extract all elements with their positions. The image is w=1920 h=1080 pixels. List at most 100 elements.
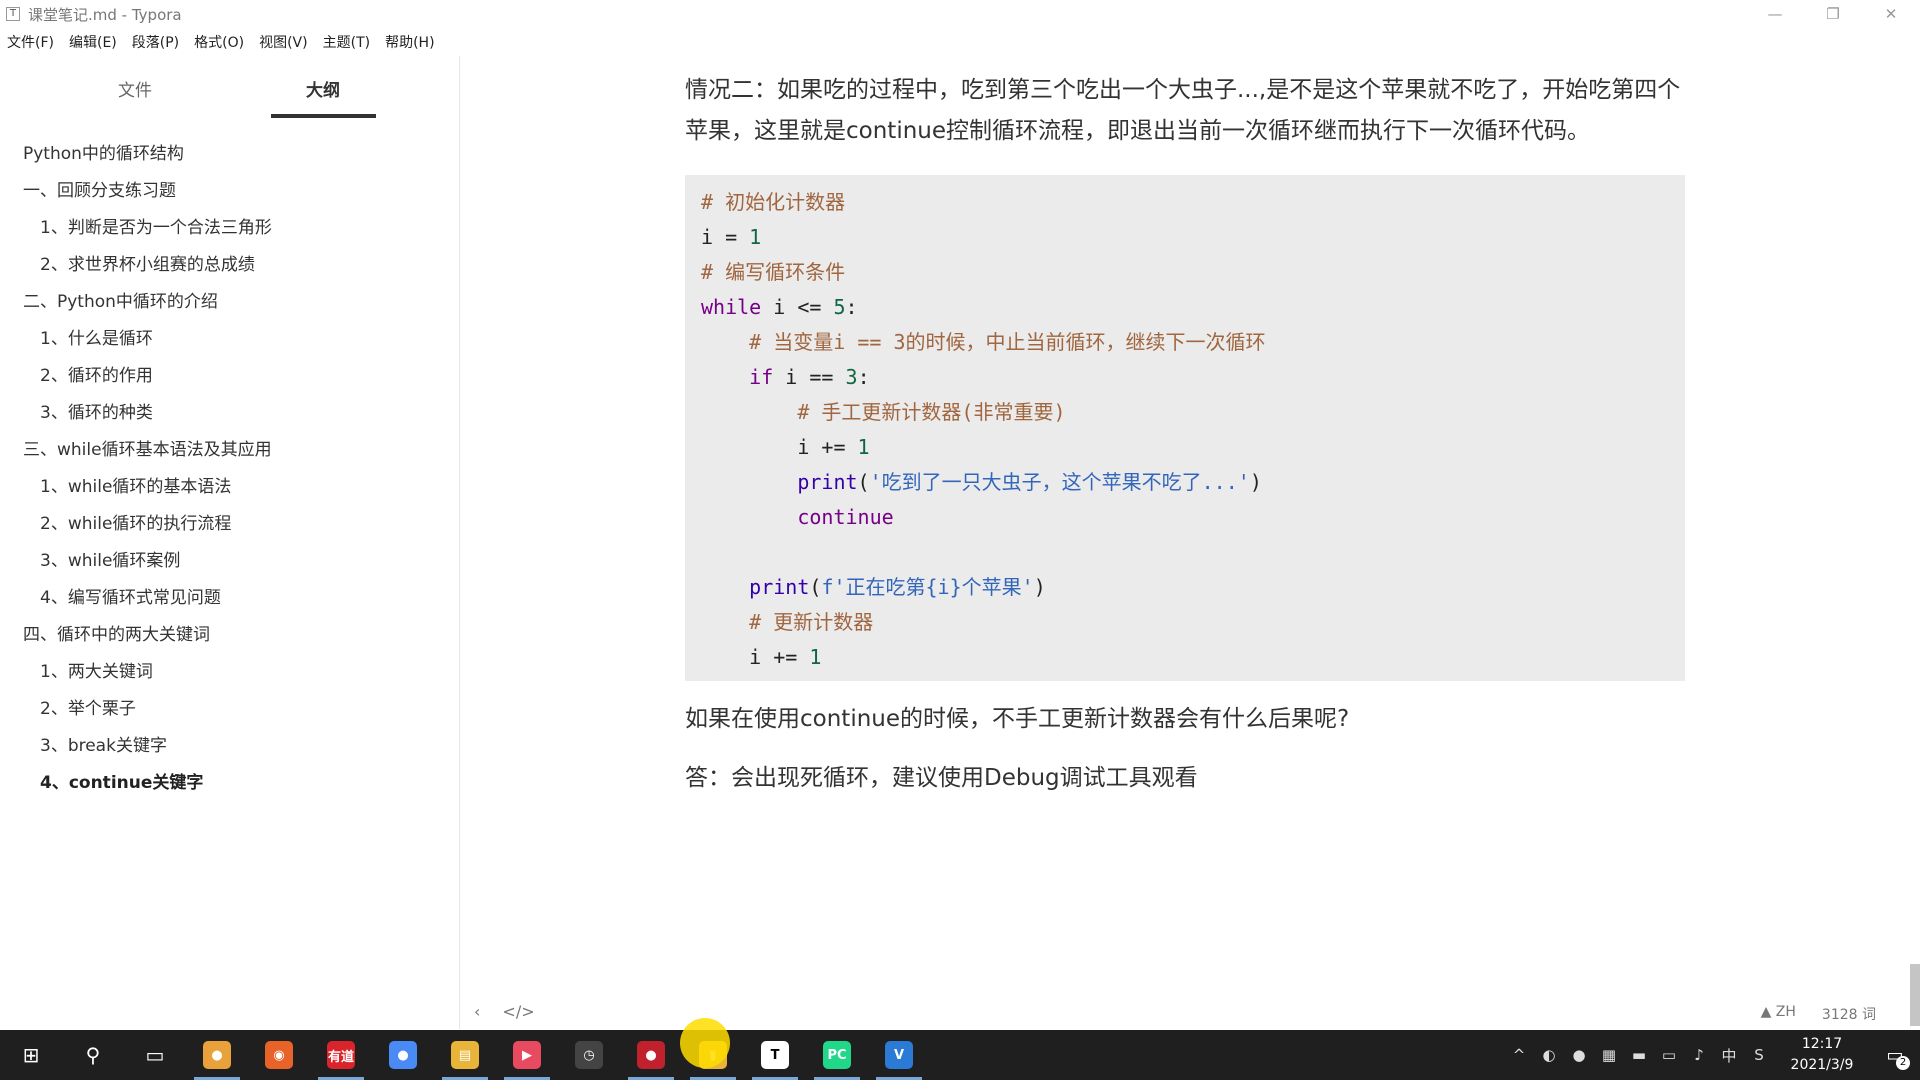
outline-item[interactable]: 1、两大关键词: [0, 654, 459, 691]
code-token: 1: [809, 645, 822, 669]
taskbar-chrome-button[interactable]: ●: [186, 1030, 248, 1080]
taskbar-typora-button[interactable]: T: [744, 1030, 806, 1080]
taskbar-pycharm-button[interactable]: PC: [806, 1030, 868, 1080]
code-line: continue: [701, 500, 1669, 535]
taskbar-video-app-button[interactable]: ▶: [496, 1030, 558, 1080]
minimize-button[interactable]: —: [1746, 0, 1804, 28]
word-count[interactable]: 3128 词: [1822, 1004, 1876, 1024]
taskbar-file-explorer-button[interactable]: ▤: [434, 1030, 496, 1080]
code-line: # 手工更新计数器(非常重要): [701, 395, 1669, 430]
code-token: # 当变量i == 3的时候，中止当前循环，继续下一次循环: [701, 330, 1266, 354]
scrollbar-thumb[interactable]: [1910, 964, 1920, 1026]
taskbar-youdao-button[interactable]: 有道: [310, 1030, 372, 1080]
outline-item[interactable]: 3、while循环案例: [0, 543, 459, 580]
youdao-icon: 有道: [327, 1041, 355, 1069]
taskbar-task-view-button[interactable]: ▭: [124, 1030, 186, 1080]
editor-content[interactable]: 情况二：如果吃的过程中，吃到第三个吃出一个大虫子...,是不是这个苹果就不吃了，…: [685, 56, 1685, 799]
toggle-sidebar-icon[interactable]: ‹: [474, 1002, 480, 1021]
network-icon[interactable]: ▭: [1654, 1046, 1684, 1064]
code-token: ): [1249, 470, 1262, 494]
taskbar-recorder-button[interactable]: ●: [620, 1030, 682, 1080]
battery-icon[interactable]: ▬: [1624, 1046, 1654, 1064]
outline-item[interactable]: 2、while循环的执行流程: [0, 506, 459, 543]
show-hidden-icons-icon[interactable]: ^: [1504, 1046, 1534, 1064]
menu-bar: 文件(F) 编辑(E) 段落(P) 格式(O) 视图(V) 主题(T) 帮助(H…: [0, 30, 450, 54]
close-button[interactable]: ✕: [1862, 0, 1920, 28]
outline-item[interactable]: 2、求世界杯小组赛的总成绩: [0, 247, 459, 284]
code-token: 5: [833, 295, 846, 319]
sogou-ime-icon[interactable]: S: [1744, 1046, 1774, 1064]
notification-center-button[interactable]: ▭ 2: [1870, 1030, 1920, 1080]
outline-item[interactable]: 四、循环中的两大关键词: [0, 617, 459, 654]
tab-outline[interactable]: 大纲: [306, 76, 340, 101]
code-token: if: [749, 365, 774, 389]
code-token: =: [713, 225, 750, 249]
window-controls: — ❐ ✕: [1746, 0, 1920, 28]
code-token: (: [857, 470, 870, 494]
outline-item[interactable]: 2、循环的作用: [0, 358, 459, 395]
window-title: 课堂笔记.md - Typora: [28, 5, 182, 24]
file-explorer-icon: ▤: [451, 1041, 479, 1069]
outline-item[interactable]: 3、循环的种类: [0, 395, 459, 432]
tray-app-icon[interactable]: ▦: [1594, 1046, 1624, 1064]
start-icon: ⊞: [22, 1043, 40, 1067]
code-token: i <=: [761, 295, 834, 319]
outline-item[interactable]: 1、while循环的基本语法: [0, 469, 459, 506]
outline-item[interactable]: 三、while循环基本语法及其应用: [0, 432, 459, 469]
code-line: print(f'正在吃第{i}个苹果'): [701, 570, 1669, 605]
sidebar: 文件 大纲 Python中的循环结构 一、回顾分支练习题 1、判断是否为一个合法三角…: [0, 56, 460, 1029]
code-token: :: [857, 365, 870, 389]
clock-time: 12:17: [1801, 1036, 1843, 1052]
taskbar-vscode-button[interactable]: V: [868, 1030, 930, 1080]
outline-item[interactable]: 4、continue关键字: [0, 765, 459, 802]
outline-item[interactable]: 3、break关键字: [0, 728, 459, 765]
taskbar-start-button[interactable]: ⊞: [0, 1030, 62, 1080]
outline-item[interactable]: 2、举个栗子: [0, 691, 459, 728]
code-line: i += 1: [701, 640, 1669, 675]
outline-item[interactable]: 1、判断是否为一个合法三角形: [0, 210, 459, 247]
taskbar-firefox-button[interactable]: ◉: [248, 1030, 310, 1080]
code-line: print('吃到了一只大虫子，这个苹果不吃了...'): [701, 465, 1669, 500]
clock[interactable]: 12:17 2021/3/9: [1774, 1034, 1870, 1076]
paragraph-answer: 答：会出现死循环，建议使用Debug调试工具观看: [685, 765, 1198, 791]
tab-files[interactable]: 文件: [118, 76, 152, 101]
tray-app-icon[interactable]: ◐: [1534, 1046, 1564, 1064]
vscode-icon: V: [885, 1041, 913, 1069]
menu-format[interactable]: 格式(O): [194, 32, 244, 52]
volume-icon[interactable]: ♪: [1684, 1046, 1714, 1064]
menu-help[interactable]: 帮助(H): [385, 32, 434, 52]
outline-item[interactable]: 二、Python中循环的介绍: [0, 284, 459, 321]
outline-item[interactable]: 一、回顾分支练习题: [0, 173, 459, 210]
code-token: continue: [797, 505, 894, 529]
menu-view[interactable]: 视图(V): [259, 32, 308, 52]
taskbar-clock-app-button[interactable]: ◷: [558, 1030, 620, 1080]
taskbar-chrome-alt-button[interactable]: ●: [372, 1030, 434, 1080]
notification-count-badge: 2: [1896, 1056, 1910, 1070]
code-token: 3: [845, 365, 858, 389]
recording-icon[interactable]: ●: [1564, 1046, 1594, 1064]
outline-item[interactable]: 4、编写循环式常见问题: [0, 580, 459, 617]
menu-paragraph[interactable]: 段落(P): [132, 32, 179, 52]
menu-edit[interactable]: 编辑(E): [69, 32, 117, 52]
menu-file[interactable]: 文件(F): [7, 32, 54, 52]
restore-button[interactable]: ❐: [1804, 0, 1862, 28]
cursor-highlight: [680, 1018, 730, 1068]
code-token: print: [749, 575, 810, 599]
active-tab-indicator: [271, 114, 376, 118]
input-method-icon[interactable]: 中: [1714, 1045, 1744, 1066]
spellcheck-language[interactable]: ▲ ZH: [1761, 1004, 1796, 1024]
menu-theme[interactable]: 主题(T): [323, 32, 370, 52]
code-token: i +=: [701, 645, 810, 669]
code-token: # 手工更新计数器(非常重要): [701, 400, 1066, 424]
search-icon: ⚲: [85, 1043, 101, 1067]
outline-item[interactable]: Python中的循环结构: [0, 136, 459, 173]
source-code-mode-icon[interactable]: </>: [502, 1002, 534, 1021]
taskbar-search-button[interactable]: ⚲: [62, 1030, 124, 1080]
outline-item[interactable]: 1、什么是循环: [0, 321, 459, 358]
code-line: if i == 3:: [701, 360, 1669, 395]
code-block[interactable]: # 初始化计数器 i = 1 # 编写循环条件 while i <= 5: # 当变量…: [685, 175, 1685, 681]
firefox-icon: ◉: [265, 1041, 293, 1069]
code-token: i ==: [773, 365, 846, 389]
